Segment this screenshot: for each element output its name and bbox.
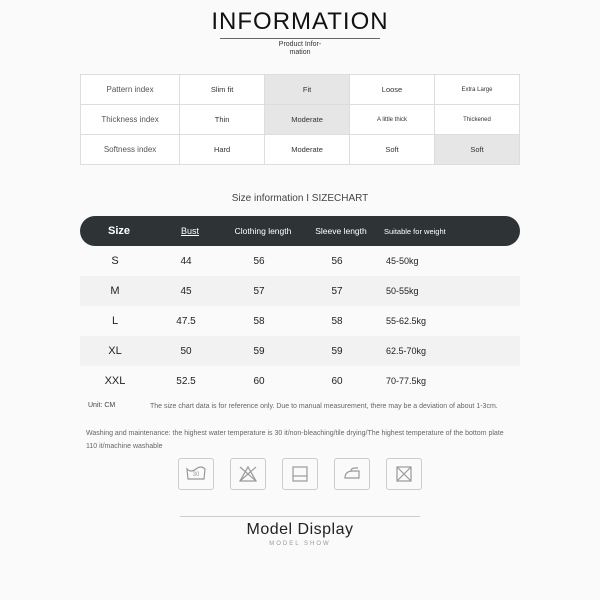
iron-icon — [334, 458, 370, 490]
attr-row-pattern: Pattern index Slim fit Fit Loose Extra L… — [81, 75, 520, 105]
size-row: M 45 57 57 50-55kg — [80, 276, 520, 306]
model-subtitle: MODEL SHOW — [40, 541, 560, 547]
size-cell: 62.5-70kg — [378, 346, 520, 356]
size-row: XXL 52.5 60 60 70-77.5kg — [80, 366, 520, 396]
size-cell: XL — [80, 345, 150, 357]
attr-option: A little thick — [350, 105, 435, 135]
attr-option: Extra Large — [434, 75, 519, 105]
size-col-weight: Suitable for weight — [382, 227, 516, 236]
size-cell: 57 — [222, 286, 296, 297]
tumble-dry-icon — [282, 458, 318, 490]
size-cell: L — [80, 315, 150, 327]
care-subnote: 110 it/machine washable — [80, 443, 520, 450]
size-cell: 56 — [222, 256, 296, 267]
size-cell: S — [80, 255, 150, 267]
size-cell: 50-55kg — [378, 286, 520, 296]
attr-option: Slim fit — [180, 75, 265, 105]
size-row: XL 50 59 59 62.5-70kg — [80, 336, 520, 366]
size-cell: M — [80, 285, 150, 297]
attr-option: Thin — [180, 105, 265, 135]
size-cell: 60 — [222, 376, 296, 387]
size-col-bust: Bust — [154, 226, 226, 236]
size-cell: 45 — [150, 286, 222, 297]
svg-text:30: 30 — [193, 472, 200, 478]
subtitle-l2: mation — [289, 49, 310, 56]
size-cell: 44 — [150, 256, 222, 267]
wash-30-icon: 30 — [178, 458, 214, 490]
size-section-title: Size information I SIZECHART — [40, 193, 560, 204]
no-dryclean-icon — [386, 458, 422, 490]
size-cell: 55-62.5kg — [378, 316, 520, 326]
attr-option-selected: Fit — [265, 75, 350, 105]
size-col-size: Size — [84, 225, 154, 237]
no-bleach-icon — [230, 458, 266, 490]
size-cell: 58 — [222, 316, 296, 327]
attr-option: Thickened — [434, 105, 519, 135]
unit-label: Unit: CM — [80, 402, 150, 411]
attr-option: Hard — [180, 135, 265, 165]
size-cell: 45-50kg — [378, 256, 520, 266]
size-row: L 47.5 58 58 55-62.5kg — [80, 306, 520, 336]
size-cell: 58 — [296, 316, 378, 327]
title-rule — [220, 38, 380, 39]
attr-option-selected: Soft — [434, 135, 519, 165]
model-block: Model Display MODEL SHOW — [40, 516, 560, 547]
care-icon-row: 30 — [80, 458, 520, 490]
attr-option-selected: Moderate — [265, 105, 350, 135]
size-cell: XXL — [80, 375, 150, 387]
attr-label: Pattern index — [81, 75, 180, 105]
model-title: Model Display — [40, 521, 560, 539]
size-chart: Size Bust Clothing length Sleeve length … — [80, 216, 520, 396]
attr-option: Loose — [350, 75, 435, 105]
size-row: S 44 56 56 45-50kg — [80, 246, 520, 276]
attribute-table: Pattern index Slim fit Fit Loose Extra L… — [80, 74, 520, 165]
size-col-length: Clothing length — [226, 227, 300, 236]
page-subtitle: Product Infor- mation — [40, 41, 560, 56]
model-rule — [180, 516, 420, 517]
attr-row-softness: Softness index Hard Moderate Soft Soft — [81, 135, 520, 165]
attr-label: Thickness index — [81, 105, 180, 135]
unit-note: The size chart data is for reference onl… — [150, 402, 520, 411]
size-col-sleeve: Sleeve length — [300, 226, 382, 236]
size-cell: 60 — [296, 376, 378, 387]
header-block: INFORMATION Product Infor- mation — [40, 8, 560, 56]
size-cell: 56 — [296, 256, 378, 267]
attr-row-thickness: Thickness index Thin Moderate A little t… — [81, 105, 520, 135]
size-cell: 52.5 — [150, 376, 222, 387]
attr-option: Soft — [350, 135, 435, 165]
page-title: INFORMATION — [40, 8, 560, 36]
care-note: Washing and maintenance: the highest wat… — [80, 429, 520, 438]
attr-label: Softness index — [81, 135, 180, 165]
size-chart-header: Size Bust Clothing length Sleeve length … — [80, 216, 520, 246]
size-cell: 47.5 — [150, 316, 222, 327]
size-cell: 59 — [296, 346, 378, 357]
attr-option: Moderate — [265, 135, 350, 165]
size-cell: 70-77.5kg — [378, 376, 520, 386]
size-cell: 50 — [150, 346, 222, 357]
size-cell: 59 — [222, 346, 296, 357]
unit-row: Unit: CM The size chart data is for refe… — [80, 402, 520, 411]
subtitle-l1: Product Infor- — [279, 41, 321, 48]
size-cell: 57 — [296, 286, 378, 297]
